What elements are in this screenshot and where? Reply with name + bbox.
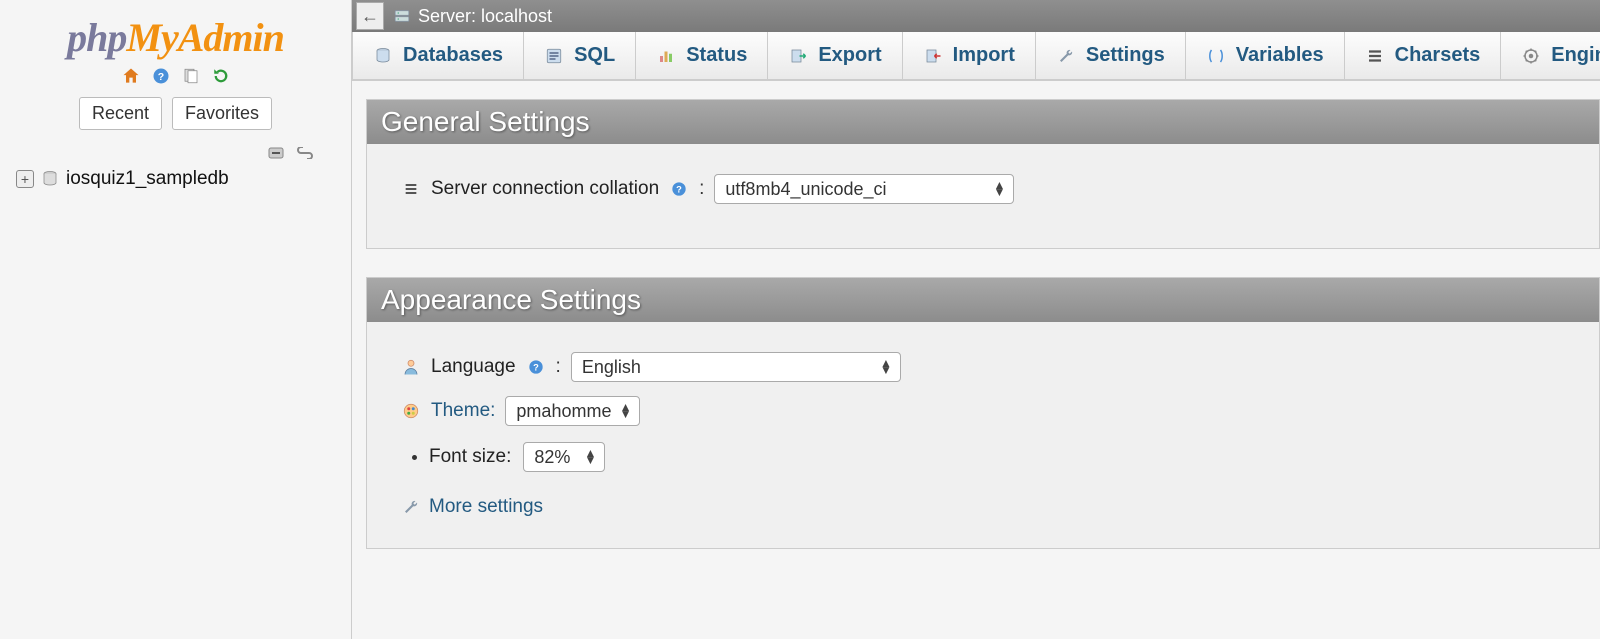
language-value: English xyxy=(582,357,641,378)
wrench-icon xyxy=(401,497,421,517)
logo-part-php: php xyxy=(67,15,126,60)
theme-row: Theme: pmahomme ▲▼ xyxy=(401,396,1565,426)
top-tabs: Databases SQL Status Export Import Setti… xyxy=(352,32,1600,81)
chevron-updown-icon: ▲▼ xyxy=(880,360,892,374)
recent-favorites-tabs: Recent Favorites xyxy=(79,97,272,130)
collation-label: Server connection collation xyxy=(431,178,659,200)
import-icon xyxy=(923,46,943,66)
more-settings-link[interactable]: More settings xyxy=(429,496,543,518)
colon: : xyxy=(699,178,704,200)
colon: : xyxy=(556,356,561,378)
language-select[interactable]: English ▲▼ xyxy=(571,352,901,382)
variables-icon xyxy=(1206,46,1226,66)
chevron-updown-icon: ▲▼ xyxy=(994,182,1006,196)
main: ← Server: localhost Databases SQL Status… xyxy=(352,0,1600,639)
link-icon[interactable] xyxy=(295,144,315,162)
chevron-updown-icon: ▲▼ xyxy=(584,450,596,464)
home-icon[interactable] xyxy=(120,65,142,87)
tab-label: Databases xyxy=(403,44,503,67)
database-icon xyxy=(40,169,60,189)
fontsize-row: Font size: 82% ▲▼ xyxy=(429,442,1565,472)
sql-icon xyxy=(544,46,564,66)
tab-sql[interactable]: SQL xyxy=(524,32,636,80)
help-icon[interactable]: ? xyxy=(150,65,172,87)
export-icon xyxy=(788,46,808,66)
language-label: Language xyxy=(431,356,516,378)
logo-part-my: My xyxy=(126,15,177,60)
engines-icon xyxy=(1521,46,1541,66)
tab-label: Import xyxy=(953,44,1015,67)
wrench-icon xyxy=(1056,46,1076,66)
tab-label: Engines xyxy=(1551,44,1600,67)
favorites-tab[interactable]: Favorites xyxy=(172,97,272,130)
fontsize-value: 82% xyxy=(534,447,570,468)
logo-part-admin: Admin xyxy=(178,15,284,60)
recent-tab[interactable]: Recent xyxy=(79,97,162,130)
tab-import[interactable]: Import xyxy=(903,32,1036,80)
database-item[interactable]: + iosquiz1_sampledb xyxy=(16,168,335,190)
tab-label: Status xyxy=(686,44,747,67)
svg-text:?: ? xyxy=(533,362,539,372)
appearance-settings-panel: Appearance Settings Language ? : English… xyxy=(366,277,1600,549)
collation-value: utf8mb4_unicode_ci xyxy=(725,179,886,200)
tab-charsets[interactable]: Charsets xyxy=(1345,32,1502,80)
tab-label: Settings xyxy=(1086,44,1165,67)
fontsize-label: Font size: xyxy=(429,446,511,468)
server-icon xyxy=(392,6,412,26)
collation-select[interactable]: utf8mb4_unicode_ci ▲▼ xyxy=(714,174,1014,204)
panel-title: General Settings xyxy=(367,100,1599,144)
collation-row: Server connection collation ? : utf8mb4_… xyxy=(401,174,1565,204)
quick-icons: ? xyxy=(120,65,232,87)
charsets-icon xyxy=(1365,46,1385,66)
theme-label[interactable]: Theme: xyxy=(431,400,495,422)
database-name: iosquiz1_sampledb xyxy=(66,168,229,190)
tab-status[interactable]: Status xyxy=(636,32,768,80)
language-icon xyxy=(401,357,421,377)
svg-text:?: ? xyxy=(676,184,682,194)
list-icon xyxy=(401,179,421,199)
expand-icon[interactable]: + xyxy=(16,170,34,188)
theme-icon xyxy=(401,401,421,421)
tab-export[interactable]: Export xyxy=(768,32,902,80)
general-settings-panel: General Settings Server connection colla… xyxy=(366,99,1600,249)
more-settings-row: More settings xyxy=(401,496,1565,518)
tab-databases[interactable]: Databases xyxy=(352,32,524,80)
tree-toolbar xyxy=(0,144,351,168)
phpmyadmin-logo[interactable]: phpMyAdmin xyxy=(67,14,284,61)
panel-title: Appearance Settings xyxy=(367,278,1599,322)
help-icon[interactable]: ? xyxy=(526,357,546,377)
tab-variables[interactable]: Variables xyxy=(1186,32,1345,80)
topbar: ← Server: localhost xyxy=(352,0,1600,32)
fontsize-select[interactable]: 82% ▲▼ xyxy=(523,442,605,472)
svg-text:?: ? xyxy=(157,71,163,83)
back-button[interactable]: ← xyxy=(356,2,384,30)
tab-label: SQL xyxy=(574,44,615,67)
chevron-updown-icon: ▲▼ xyxy=(620,404,632,418)
theme-select[interactable]: pmahomme ▲▼ xyxy=(505,396,640,426)
help-icon[interactable]: ? xyxy=(669,179,689,199)
status-icon xyxy=(656,46,676,66)
tab-label: Variables xyxy=(1236,44,1324,67)
tab-label: Charsets xyxy=(1395,44,1481,67)
server-label: Server: localhost xyxy=(418,6,552,27)
tab-engines[interactable]: Engines xyxy=(1501,32,1600,80)
refresh-icon[interactable] xyxy=(210,65,232,87)
database-icon xyxy=(373,46,393,66)
tab-settings[interactable]: Settings xyxy=(1036,32,1186,80)
database-tree: + iosquiz1_sampledb xyxy=(0,168,351,190)
theme-value: pmahomme xyxy=(516,401,611,422)
language-row: Language ? : English ▲▼ xyxy=(401,352,1565,382)
collapse-all-icon[interactable] xyxy=(267,144,287,162)
content: General Settings Server connection colla… xyxy=(352,81,1600,549)
sidebar: phpMyAdmin ? Recent Favorites + xyxy=(0,0,352,639)
tab-label: Export xyxy=(818,44,881,67)
docs-icon[interactable] xyxy=(180,65,202,87)
